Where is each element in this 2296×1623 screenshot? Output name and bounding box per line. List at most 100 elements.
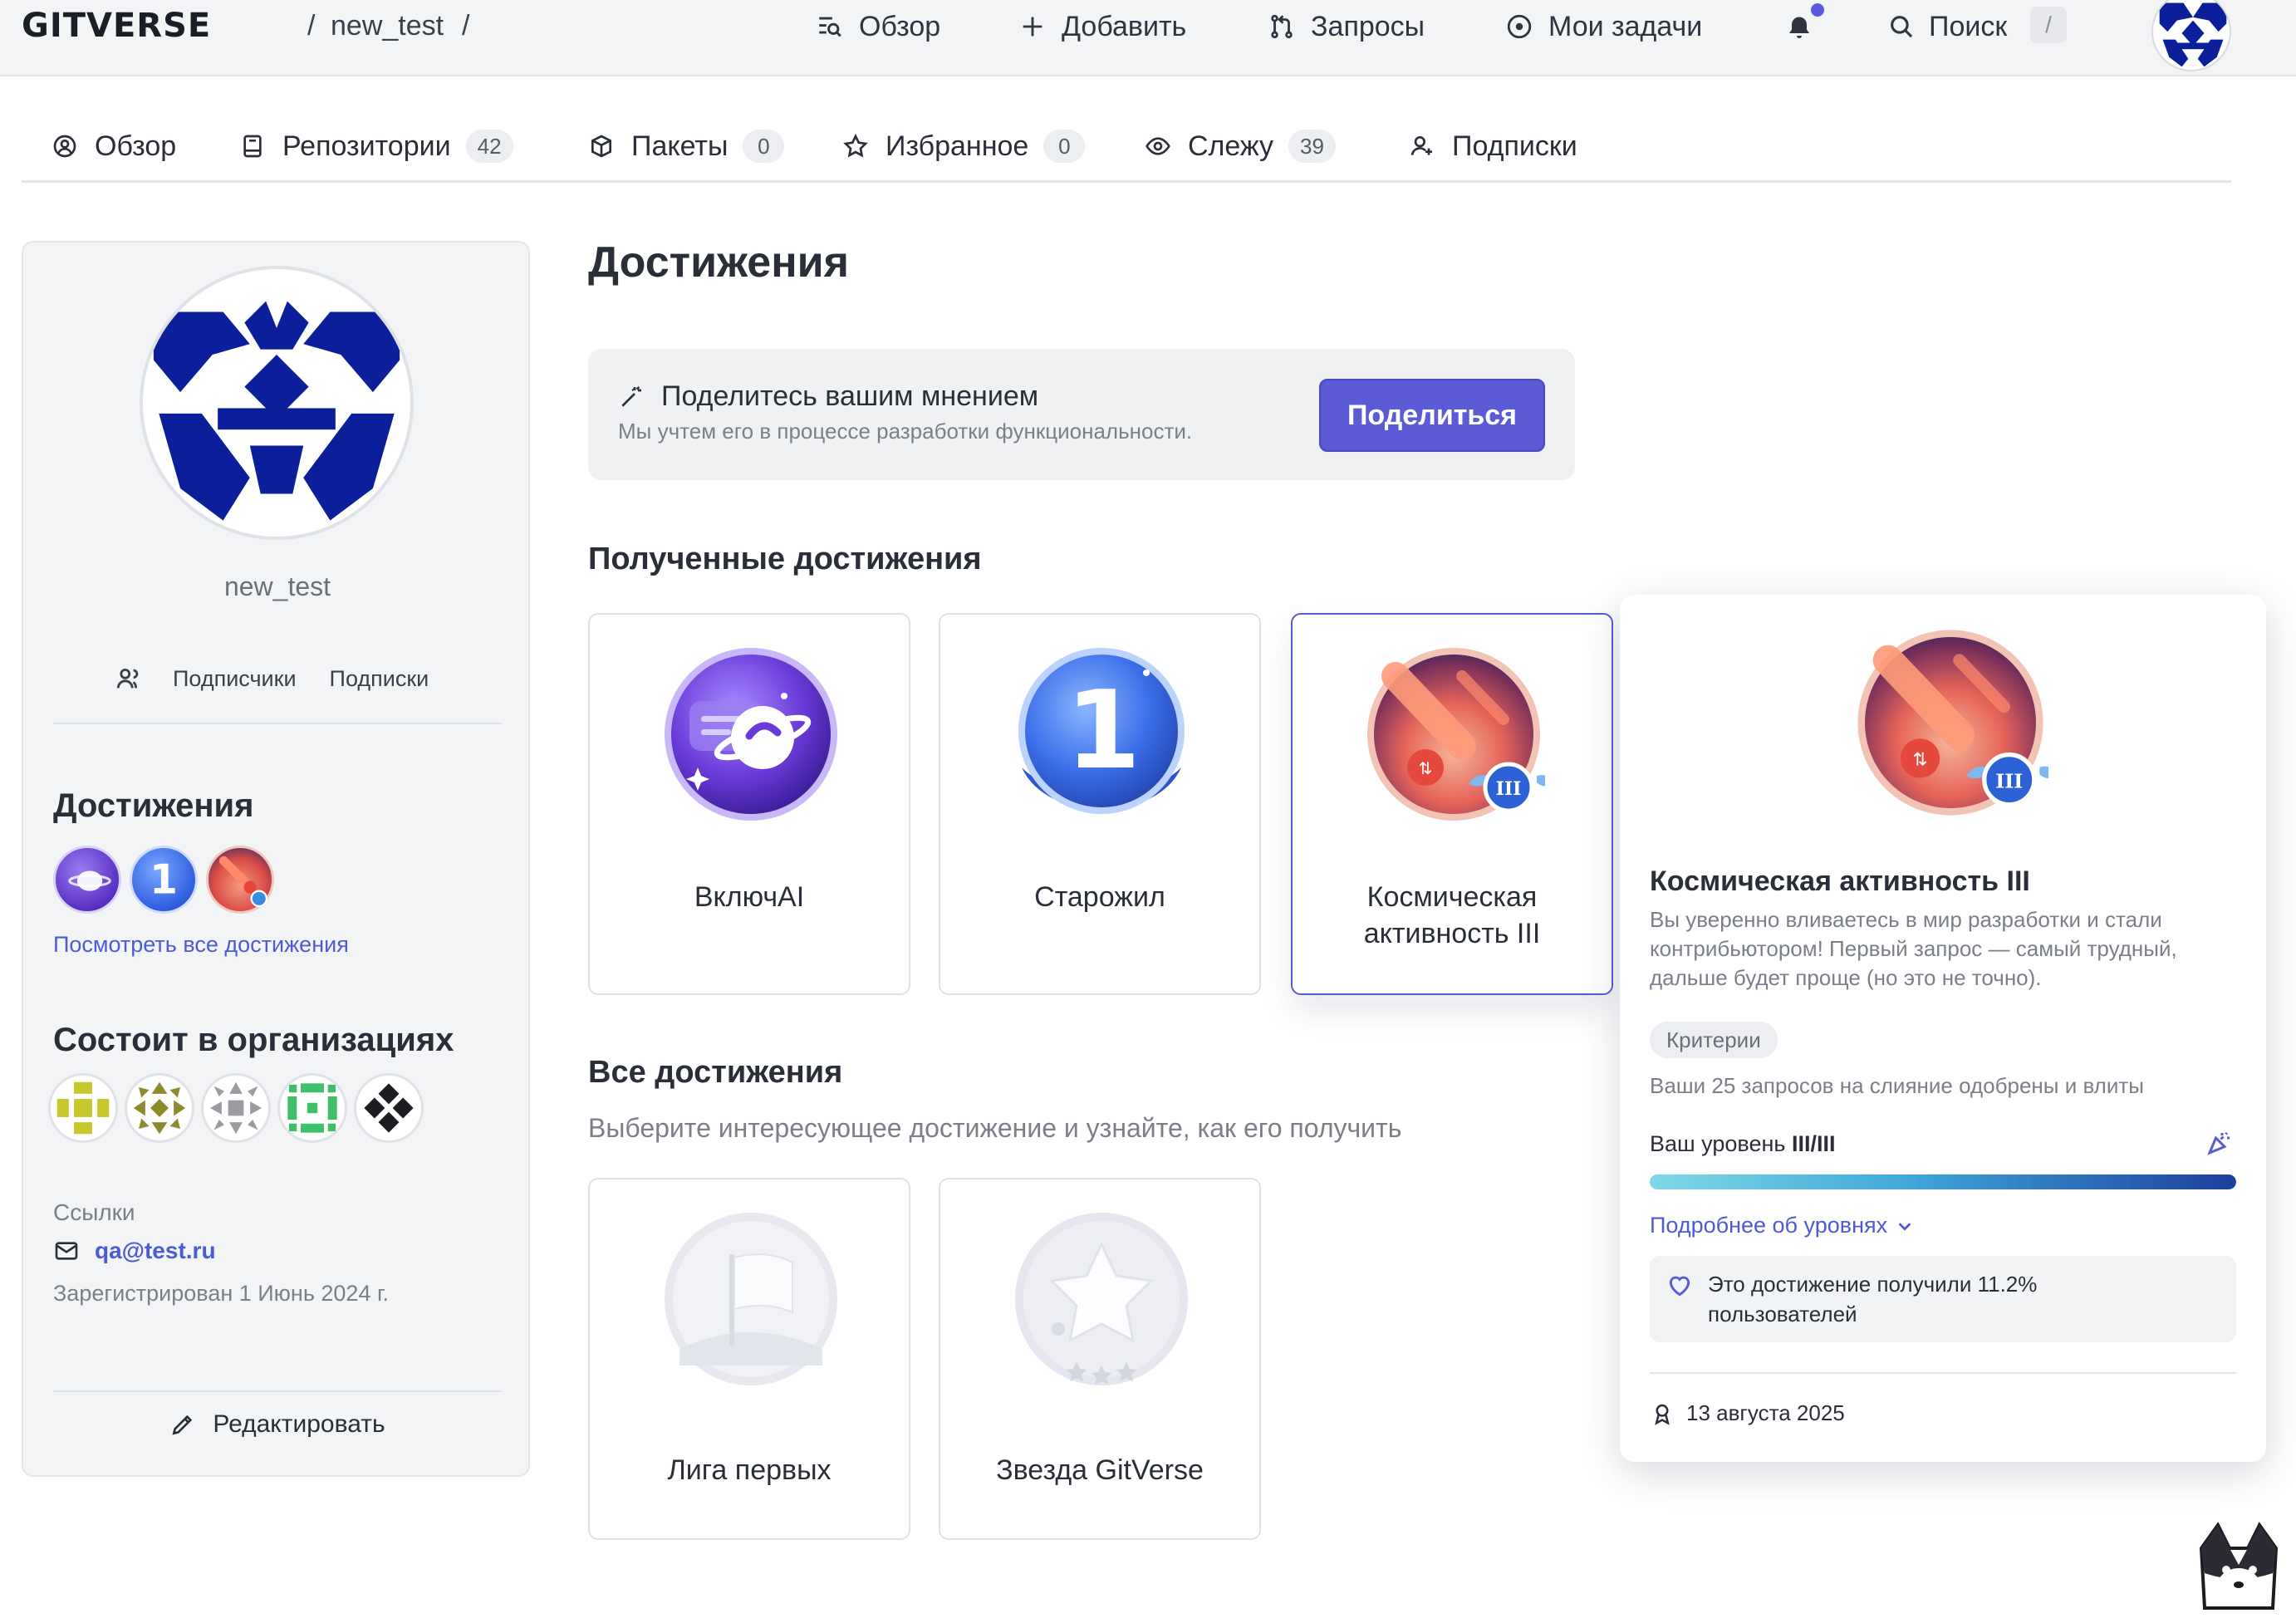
level-progress-fill — [1650, 1174, 2236, 1189]
svg-text:⇅: ⇅ — [1913, 749, 1928, 770]
achievement-card-liga-pervykh[interactable]: Лига первых — [588, 1178, 910, 1540]
husky-mascot-icon[interactable] — [2193, 1515, 2284, 1615]
following-link[interactable]: Подписки — [330, 666, 429, 692]
org-identicon — [133, 1081, 186, 1135]
identicon — [2159, 2, 2227, 67]
favorites-count: 0 — [1043, 130, 1086, 163]
gitverse-logo[interactable]: GITVERSE — [22, 7, 211, 45]
achievement-card-cosmic-activity[interactable]: ⇅ III Космическая активность III — [1291, 613, 1613, 995]
more-about-levels-link[interactable]: Подробнее об уровнях — [1650, 1213, 1914, 1238]
followers-row: Подписчики Подписки — [115, 664, 429, 693]
tab-subscriptions[interactable]: Подписки — [1409, 120, 1577, 173]
breadcrumb-user[interactable]: new_test — [331, 10, 444, 42]
tab-subscriptions-label: Подписки — [1452, 130, 1577, 162]
divider — [53, 723, 502, 724]
tab-watching[interactable]: Слежу 39 — [1145, 120, 1336, 173]
watching-count: 39 — [1288, 130, 1336, 163]
heart-icon — [1669, 1276, 1690, 1297]
org-avatar[interactable] — [277, 1073, 347, 1143]
search-icon — [1891, 16, 1913, 38]
search-label: Поиск — [1929, 10, 2008, 42]
mail-icon — [55, 1242, 78, 1260]
edit-profile-button[interactable]: Редактировать — [23, 1410, 532, 1439]
users-icon — [116, 668, 139, 689]
followers-link[interactable]: Подписчики — [173, 666, 297, 692]
org-avatar[interactable] — [48, 1073, 118, 1143]
criteria-text: Ваши 25 запросов на слияние одобрены и в… — [1650, 1073, 2144, 1098]
search-button[interactable]: Поиск — [1887, 7, 2007, 47]
svg-text:1: 1 — [150, 857, 178, 904]
nav-my-tasks-label: Мои задачи — [1548, 10, 1703, 42]
user-circle-icon — [53, 135, 76, 158]
tab-repositories[interactable]: Репозитории 42 — [239, 120, 513, 173]
overview-icon — [819, 17, 841, 37]
confetti-icon — [2207, 1131, 2230, 1155]
tab-overview[interactable]: Обзор — [52, 120, 176, 173]
pull-request-icon — [1271, 14, 1293, 39]
achievement-stat: Это достижение получили 11.2% пользовате… — [1650, 1256, 2236, 1342]
received-achievements-title: Полученные достижения — [588, 542, 982, 576]
planet-icon — [68, 870, 111, 891]
tab-watching-label: Слежу — [1188, 130, 1274, 162]
magic-wand-icon — [621, 386, 641, 407]
mini-badge-cosmic[interactable] — [206, 846, 274, 914]
share-feedback-button[interactable]: Поделиться — [1319, 379, 1545, 452]
see-all-achievements-link[interactable]: Посмотреть все достижения — [53, 932, 349, 958]
mini-badge-vklyuchai[interactable] — [53, 846, 121, 914]
links-title: Ссылки — [53, 1199, 135, 1225]
svg-text:⇅: ⇅ — [1419, 758, 1433, 778]
profile-sidebar: new_test Подписчики Подписки Достижения … — [22, 241, 530, 1477]
org-avatar[interactable] — [354, 1073, 424, 1143]
nav-overview-label: Обзор — [859, 10, 941, 42]
nav-requests[interactable]: Запросы — [1268, 7, 1425, 47]
search-hotkey: / — [2030, 7, 2067, 43]
user-avatar-menu[interactable] — [2151, 0, 2231, 71]
svg-text:III: III — [1995, 769, 2023, 792]
level-progress-bar — [1650, 1174, 2236, 1189]
page-title: Достижения — [588, 238, 849, 287]
achievement-details-popover: ⇅ III Космическая активность III Вы увер… — [1620, 595, 2266, 1462]
achievement-card-vklyuchai[interactable]: ВключAI — [588, 613, 910, 995]
meteor-icon — [218, 856, 268, 908]
achievement-card-zvezda-gitverse[interactable]: Звезда GitVerse — [939, 1178, 1261, 1540]
org-identicon — [209, 1081, 262, 1135]
mini-badge-starozhil[interactable]: 1 — [130, 846, 198, 914]
more-about-levels-label: Подробнее об уровнях — [1650, 1213, 1888, 1238]
org-identicon — [364, 1083, 414, 1133]
achievement-date-text: 13 августа 2025 — [1686, 1400, 1845, 1425]
bell-icon[interactable] — [1784, 12, 1814, 45]
nav-overview[interactable]: Обзор — [816, 7, 940, 47]
tab-packages-label: Пакеты — [631, 130, 729, 162]
user-plus-icon — [1410, 136, 1432, 155]
award-ribbon-icon — [1655, 1404, 1670, 1425]
feedback-title: Поделитесь вашим мнением — [661, 380, 1039, 412]
tab-repositories-label: Репозитории — [282, 130, 451, 162]
feedback-subtitle: Мы учтем его в процессе разработки функц… — [618, 419, 1193, 444]
divider — [1650, 1372, 2236, 1374]
level-row: Ваш уровень III/III — [1650, 1131, 1835, 1157]
top-header: GITVERSE / new_test / Обзор Добавить Зап… — [0, 0, 2296, 76]
profile-avatar — [140, 266, 414, 540]
star-icon — [843, 133, 868, 158]
packages-count: 0 — [743, 130, 785, 163]
svg-text:III: III — [1496, 778, 1522, 800]
nav-add-label: Добавить — [1062, 10, 1187, 42]
achievement-card-starozhil[interactable]: 1 Старожил — [939, 613, 1261, 995]
nav-add[interactable]: Добавить — [1018, 7, 1186, 47]
nav-my-tasks[interactable]: Мои задачи — [1505, 7, 1702, 47]
email-link[interactable]: qa@test.ru — [53, 1238, 216, 1264]
achievement-label: Лига первых — [667, 1454, 832, 1486]
achievement-label: Космическая активность III — [1363, 881, 1541, 949]
package-icon — [591, 135, 611, 158]
org-identicon — [287, 1083, 337, 1133]
all-achievements-title: Все достижения — [588, 1055, 843, 1090]
org-avatar[interactable] — [201, 1073, 271, 1143]
flag-badge-icon — [665, 1213, 837, 1385]
org-avatar[interactable] — [125, 1073, 194, 1143]
notification-dot — [1811, 3, 1824, 17]
tab-packages[interactable]: Пакеты 0 — [588, 120, 785, 173]
tab-favorites[interactable]: Избранное 0 — [842, 120, 1086, 173]
divider — [53, 1390, 502, 1392]
starozhil-badge-icon: 1 — [1018, 648, 1185, 814]
plus-icon — [1023, 17, 1043, 37]
